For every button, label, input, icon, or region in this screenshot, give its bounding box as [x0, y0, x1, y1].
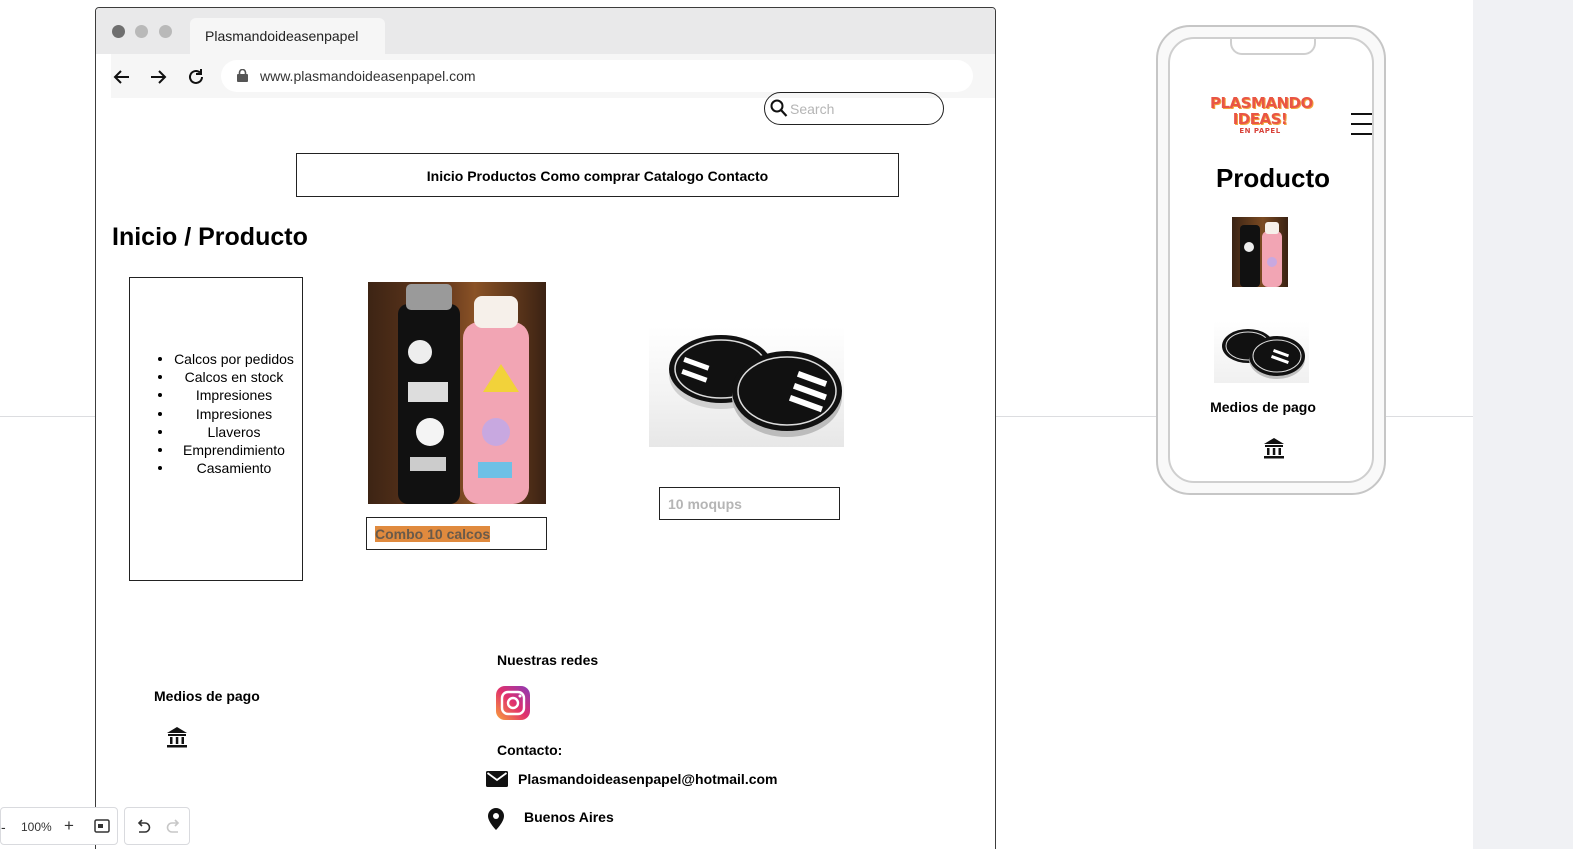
category-item[interactable]: Impresiones	[130, 405, 304, 423]
zoom-in-button[interactable]: +	[64, 816, 74, 836]
category-list-panel: Calcos por pedidos Calcos en stock Impre…	[129, 277, 303, 581]
phone-screen: PLASMANDO IDEAS! EN PAPEL Producto Medio…	[1168, 37, 1374, 483]
zoom-level[interactable]: 100%	[21, 820, 52, 834]
bank-icon	[167, 727, 187, 748]
search-icon	[770, 99, 788, 117]
category-item[interactable]: Calcos en stock	[130, 368, 304, 386]
logo-text-line1: PLASMANDO	[1210, 94, 1313, 112]
address-bar[interactable]: www.plasmandoideasenpapel.com	[221, 60, 973, 92]
lock-icon	[237, 69, 248, 82]
phone-notch	[1230, 39, 1316, 55]
payments-title: Medios de pago	[154, 688, 260, 704]
category-item[interactable]: Impresiones	[130, 386, 304, 404]
window-minimize-dot	[135, 25, 148, 38]
phone-product-image-coasters[interactable]	[1214, 321, 1309, 383]
brand-logo[interactable]: PLASMANDO IDEAS! EN PAPEL	[1210, 94, 1313, 136]
fit-screen-icon[interactable]	[94, 819, 110, 833]
product-caption: Combo 10 calcos	[375, 526, 491, 542]
browser-mockup: Plasmandoideasenpapel www.plasmandoideas…	[95, 7, 996, 849]
contact-title: Contacto:	[497, 742, 563, 758]
phone-page-title: Producto	[1215, 163, 1331, 193]
mail-icon	[486, 771, 508, 787]
category-item[interactable]: Casamiento	[130, 459, 304, 477]
product-image-coasters[interactable]	[649, 327, 844, 447]
undo-redo-control	[124, 807, 190, 845]
zoom-control: - 100% +	[0, 807, 118, 845]
reload-icon[interactable]	[185, 66, 207, 88]
logo-text-line2: IDEAS!	[1232, 110, 1288, 128]
forward-arrow-icon[interactable]	[147, 66, 169, 88]
redo-icon[interactable]	[166, 819, 182, 835]
phone-mockup: PLASMANDO IDEAS! EN PAPEL Producto Medio…	[1156, 25, 1386, 495]
zoom-out-button[interactable]: -	[1, 819, 6, 835]
canvas-right-margin	[1473, 0, 1573, 849]
bank-icon	[1264, 438, 1284, 459]
back-arrow-icon[interactable]	[111, 66, 133, 88]
location-pin-icon	[488, 808, 504, 830]
phone-product-image-bottles[interactable]	[1232, 217, 1288, 287]
nav-menu[interactable]: Inicio Productos Como comprar Catalogo C…	[296, 153, 899, 197]
logo-text-line3: EN PAPEL	[1239, 127, 1281, 135]
browser-tab-bar: Plasmandoideasenpapel	[96, 8, 995, 54]
product-caption-box[interactable]: Combo 10 calcos	[366, 517, 547, 550]
product-image-bottles[interactable]	[368, 282, 546, 504]
search-input[interactable]: Search	[764, 92, 944, 125]
window-maximize-dot	[159, 25, 172, 38]
category-item[interactable]: Calcos por pedidos	[130, 350, 304, 368]
undo-icon[interactable]	[135, 819, 151, 835]
url-text: www.plasmandoideasenpapel.com	[260, 68, 476, 84]
product-caption-box[interactable]: 10 moqups	[659, 487, 840, 520]
search-placeholder: Search	[790, 101, 835, 117]
breadcrumb: Inicio / Producto	[112, 223, 308, 251]
contact-email[interactable]: Plasmandoideasenpapel@hotmail.com	[518, 771, 778, 787]
category-item[interactable]: Emprendimiento	[130, 441, 304, 459]
window-close-dot	[112, 25, 125, 38]
hamburger-menu-icon[interactable]	[1351, 113, 1372, 143]
instagram-icon[interactable]	[496, 686, 530, 720]
contact-location: Buenos Aires	[524, 809, 614, 825]
browser-tab[interactable]: Plasmandoideasenpapel	[190, 18, 385, 54]
social-title: Nuestras redes	[497, 652, 599, 668]
phone-payments-title: Medios de pago	[1210, 399, 1316, 415]
category-item[interactable]: Llaveros	[130, 423, 304, 441]
product-caption: 10 moqups	[668, 496, 742, 512]
